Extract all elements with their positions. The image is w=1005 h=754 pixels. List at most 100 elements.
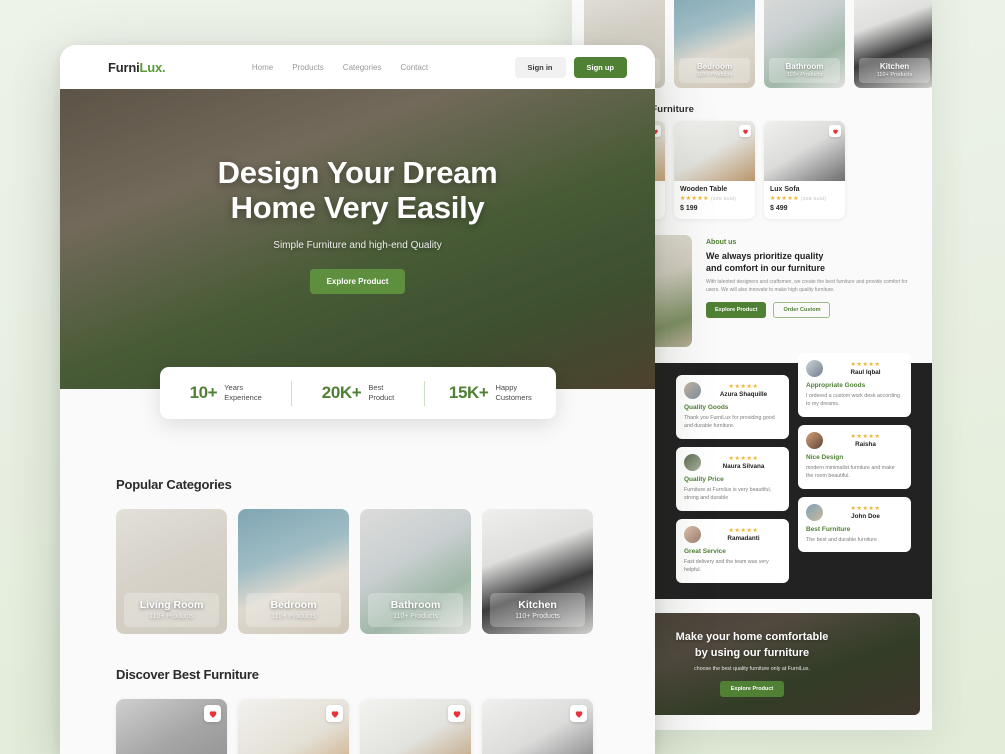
bg-category-name: Kitchen: [879, 62, 910, 71]
foreground-page: FurniLux. Home Products Categories Conta…: [60, 45, 655, 754]
avatar: [806, 360, 823, 377]
bg-product-meta: Wooden Table ★★★★★ (200 Sold) $ 199: [674, 181, 755, 219]
product-card-premium-chair[interactable]: [116, 699, 227, 754]
bg-category-card[interactable]: Kitchen 110+ Products: [854, 0, 932, 88]
bg-category-count: 110+ Products: [696, 72, 733, 78]
star-rating-icon: ★★★★★: [680, 196, 709, 202]
product-card-lux-sofa[interactable]: [482, 699, 593, 754]
avatar: [806, 503, 823, 521]
category-name: Bathroom: [390, 599, 441, 611]
bg-category-count: 110+ Products: [876, 72, 913, 78]
bg-product-name: Wooden Table: [680, 186, 728, 193]
bg-product-card[interactable]: Wooden Table ★★★★★ (200 Sold) $ 199: [674, 121, 755, 219]
star-rating-icon: ★★★★★: [850, 362, 881, 368]
testimonial-column: ★★★★★ Raul Iqbal Appropriate Goods I ord…: [798, 353, 911, 583]
wooden-table-image: [674, 121, 755, 181]
favorite-heart-icon[interactable]: [204, 705, 221, 722]
premium-table-image: [238, 699, 349, 754]
about-order-custom-button[interactable]: Order Custom: [773, 301, 831, 318]
bg-category-name: Bathroom: [785, 62, 824, 71]
nav-item-contact[interactable]: Contact: [400, 63, 428, 72]
about-heading-line2: and comfort in our furniture: [706, 263, 825, 274]
stat-item: 10+ Years Experience: [160, 383, 291, 403]
lux-sofa-image: [764, 121, 845, 181]
bg-category-caption: Kitchen 110+ Products: [859, 58, 930, 83]
category-card-bedroom[interactable]: Bedroom 110+ Products: [238, 509, 349, 634]
site-header: FurniLux. Home Products Categories Conta…: [60, 45, 655, 89]
testimonial-card: ★★★★★ Raul Iqbal Appropriate Goods I ord…: [798, 353, 911, 417]
testimonial-body: modern minimalist furniture and make the…: [806, 464, 895, 480]
logo[interactable]: FurniLux.: [108, 59, 166, 75]
bg-category-count: 110+ Products: [786, 72, 823, 78]
bg-product-meta: Lux Sofa ★★★★★ (200 Sold) $ 499: [764, 181, 845, 219]
category-count: 110+ Products: [271, 613, 316, 620]
category-card-bathroom[interactable]: Bathroom 110+ Products: [360, 509, 471, 634]
testimonial-author: John Doe: [851, 512, 880, 520]
bg-category-card[interactable]: Bedroom 110+ Products: [674, 0, 755, 88]
category-card-living-room[interactable]: Living Room 110+ Products: [116, 509, 227, 634]
product-card-wooden-table[interactable]: [360, 699, 471, 754]
cta-subtitle: choose the best quality furniture only a…: [694, 666, 810, 673]
hero-subtitle: Simple Furniture and high-end Quality: [273, 240, 442, 252]
logo-accent: Lux.: [139, 59, 166, 75]
category-caption: Bedroom 110+ Products: [246, 593, 341, 627]
about-explore-product-button[interactable]: Explore Product: [706, 301, 767, 318]
hero-explore-product-button[interactable]: Explore Product: [309, 269, 406, 295]
lux-sofa-image: [482, 699, 593, 754]
category-name: Living Room: [139, 599, 204, 611]
categories-section: Popular Categories Living Room 110+ Prod…: [60, 477, 655, 634]
nav-item-categories[interactable]: Categories: [343, 63, 382, 72]
avatar: [684, 453, 701, 471]
bg-category-card[interactable]: Bathroom 110+ Products: [764, 0, 845, 88]
testimonial-author: Raisha: [855, 440, 876, 448]
categories-title: Popular Categories: [116, 477, 232, 492]
stat-label-line2: Customers: [495, 393, 532, 402]
bg-product-rating: ★★★★★ (200 Sold): [680, 195, 749, 202]
category-name: Kitchen: [518, 599, 557, 611]
testimonial-author: Ramadanti: [727, 534, 760, 542]
category-count: 110+ Products: [515, 613, 560, 620]
testimonial-body: I ordered a custom work desk according t…: [806, 393, 900, 408]
bg-product-price: $ 499: [770, 205, 788, 212]
favorite-heart-icon[interactable]: [448, 705, 465, 722]
stat-label-line1: Happy: [495, 382, 518, 392]
testimonial-body: Thank you FurniLux for providing good an…: [684, 415, 775, 430]
star-rating-icon: ★★★★★: [728, 384, 759, 390]
nav-item-home[interactable]: Home: [252, 63, 273, 72]
star-rating-icon: ★★★★★: [850, 433, 881, 440]
sign-up-button[interactable]: Sign up: [573, 56, 627, 78]
bg-product-name: Lux Sofa: [770, 186, 800, 193]
avatar: [806, 431, 823, 449]
avatar: [684, 382, 701, 399]
testimonial-title: Nice Design: [806, 453, 844, 461]
favorite-heart-icon[interactable]: [326, 705, 343, 722]
bg-product-sold: (200 Sold): [800, 196, 827, 201]
nav-item-products[interactable]: Products: [292, 63, 324, 72]
favorite-heart-icon[interactable]: [739, 125, 751, 137]
about-heading: We always prioritize quality and comfort…: [706, 250, 920, 274]
products-title: Discover Best Furniture: [116, 667, 259, 682]
bg-product-rating: ★★★★★ (200 Sold): [770, 195, 839, 202]
bg-product-sold: (200 Sold): [710, 196, 737, 201]
testimonial-card: ★★★★★ Raisha Nice Design modern minimali…: [798, 424, 911, 489]
favorite-heart-icon[interactable]: [570, 705, 587, 722]
avatar: [684, 525, 701, 543]
stat-item: 15K+ Happy Customers: [425, 383, 556, 403]
category-caption: Bathroom 110+ Products: [368, 593, 463, 627]
favorite-heart-icon[interactable]: [829, 125, 841, 137]
product-card-premium-table[interactable]: [238, 699, 349, 754]
cta-explore-product-button[interactable]: Explore Product: [719, 681, 785, 698]
testimonial-card: ★★★★★ Naura Silvana Quality Price Furnit…: [676, 446, 789, 511]
testimonial-title: Quality Price: [684, 475, 724, 483]
bg-product-card[interactable]: Lux Sofa ★★★★★ (200 Sold) $ 499: [764, 121, 845, 219]
category-card-kitchen[interactable]: Kitchen 110+ Products: [482, 509, 593, 634]
stat-label: Years Experience: [224, 383, 262, 403]
hero-title: Design Your Dream Home Very Easily: [218, 155, 498, 225]
testimonial-body: The best and durable furniture: [806, 536, 877, 543]
stat-value: 10+: [189, 383, 218, 402]
sign-in-button[interactable]: Sign in: [514, 56, 566, 78]
stat-value: 20K+: [321, 383, 362, 402]
testimonial-author: Raul Iqbal: [850, 369, 881, 376]
stats-bar: 10+ Years Experience 20K+ Best Product 1…: [160, 367, 556, 419]
testimonial-title: Best Furniture: [806, 525, 851, 533]
